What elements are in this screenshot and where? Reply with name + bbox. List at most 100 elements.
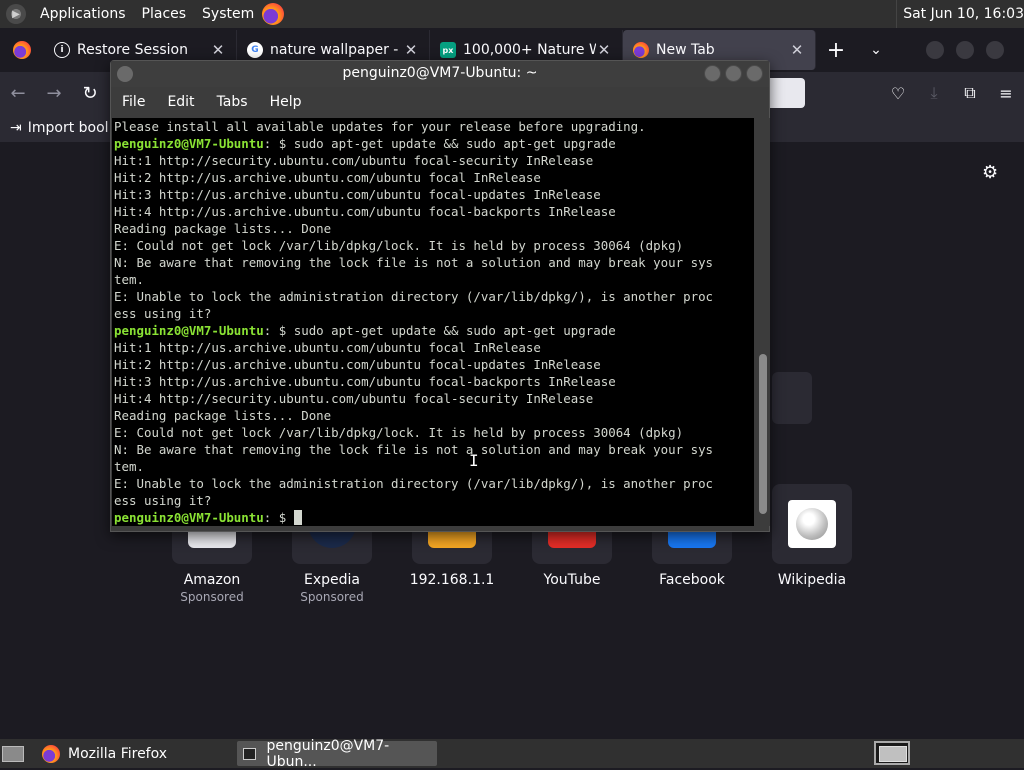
terminal-title: penguinz0@VM7-Ubuntu: ~ (342, 65, 538, 81)
terminal-line: N: Be aware that removing the lock file … (114, 255, 714, 270)
terminal-line: E: Unable to lock the administration dir… (114, 289, 714, 304)
firefox-icon (633, 42, 649, 58)
maximize-button[interactable] (956, 41, 974, 59)
command-text: sudo apt-get update && sudo apt-get upgr… (293, 323, 616, 338)
workspace-switcher[interactable] (874, 741, 910, 765)
menu-help[interactable]: Help (259, 94, 313, 110)
download-icon[interactable]: ⤓ (916, 83, 952, 103)
shortcut-label: 192.168.1.1 (409, 572, 495, 588)
terminal-output[interactable]: Please install all available updates for… (112, 118, 754, 526)
menu-file[interactable]: File (111, 94, 156, 110)
tab-title: 100,000+ Nature Wa (463, 42, 596, 58)
terminal-line: Hit:2 http://us.archive.ubuntu.com/ubunt… (114, 357, 601, 372)
terminal-icon (243, 747, 257, 760)
reload-icon[interactable]: ↻ (72, 83, 108, 104)
command-text: sudo apt-get update && sudo apt-get upgr… (293, 136, 616, 151)
info-icon: i (54, 42, 70, 58)
terminal-line: Hit:3 http://us.archive.ubuntu.com/ubunt… (114, 374, 616, 389)
terminal-window[interactable]: penguinz0@VM7-Ubuntu: ~ File Edit Tabs H… (110, 60, 770, 532)
terminal-line: E: Could not get lock /var/lib/dpkg/lock… (114, 238, 684, 253)
terminal-line: Hit:4 http://security.ubuntu.com/ubuntu … (114, 391, 594, 406)
top-panel: ▶ Applications Places System Sat Jun 10,… (0, 0, 1024, 28)
wikipedia-globe-icon (796, 508, 828, 540)
prompt-symbol: : $ (263, 323, 294, 338)
new-tab-button[interactable]: + (816, 38, 856, 63)
search-placeholder-block (772, 372, 812, 424)
import-bookmarks-icon: ⇥ (10, 120, 22, 136)
terminal-line: N: Be aware that removing the lock file … (114, 442, 714, 457)
terminal-line: penguinz0@VM7-Ubuntu: $ sudo apt-get upd… (114, 322, 754, 339)
terminal-line: penguinz0@VM7-Ubuntu: $ (114, 509, 754, 526)
terminal-line: E: Unable to lock the administration dir… (114, 476, 714, 491)
terminal-line: Reading package lists... Done (114, 408, 332, 423)
shortcut-label: Expedia (304, 572, 360, 588)
close-icon[interactable]: ✕ (403, 41, 419, 59)
terminal-line: Hit:1 http://security.ubuntu.com/ubuntu … (114, 153, 594, 168)
firefox-icon (13, 41, 31, 59)
places-menu[interactable]: Places (134, 6, 195, 22)
scrollbar-thumb[interactable] (759, 354, 767, 514)
applications-menu[interactable]: Applications (32, 6, 134, 22)
show-desktop-icon[interactable] (2, 745, 24, 762)
close-icon[interactable]: ✕ (596, 41, 612, 59)
extensions-icon[interactable]: ⧉ (952, 83, 988, 103)
firefox-launcher-icon[interactable] (262, 3, 285, 25)
system-menu[interactable]: System (194, 6, 262, 22)
mate-menu-icon[interactable]: ▶ (6, 4, 26, 24)
shortcut-label: Facebook (659, 572, 725, 588)
terminal-line: Hit:1 http://us.archive.ubuntu.com/ubunt… (114, 340, 541, 355)
terminal-line: tem. (114, 459, 144, 474)
list-all-tabs-icon[interactable]: ⌄ (856, 42, 896, 58)
minimize-button[interactable] (926, 41, 944, 59)
taskbar-label: Mozilla Firefox (68, 745, 168, 762)
ibeam-cursor-icon: I (469, 451, 479, 470)
shortcut-sponsored: Sponsored (300, 590, 364, 604)
terminal-line: Please install all available updates for… (114, 119, 646, 134)
back-icon[interactable]: ← (0, 83, 36, 104)
terminal-line: tem. (114, 272, 144, 287)
terminal-line: penguinz0@VM7-Ubuntu: $ sudo apt-get upd… (114, 135, 754, 152)
pexels-icon: px (440, 42, 456, 58)
terminal-menubar: File Edit Tabs Help (111, 87, 769, 117)
terminal-line: Hit:3 http://us.archive.ubuntu.com/ubunt… (114, 187, 601, 202)
shortcut-label: Wikipedia (777, 572, 847, 588)
tab-title: Restore Session (77, 42, 188, 58)
shortcut-sponsored: Sponsored (180, 590, 244, 604)
clock[interactable]: Sat Jun 10, 16:03 (896, 0, 1024, 28)
text-cursor (293, 510, 302, 525)
taskbar-label: penguinz0@VM7-Ubun... (266, 737, 390, 770)
terminal-scrollbar[interactable] (756, 118, 770, 526)
settings-gear-icon[interactable]: ⚙ (982, 162, 998, 183)
terminal-line: Reading package lists... Done (114, 221, 332, 236)
minimize-button[interactable] (704, 65, 721, 82)
close-window-button[interactable] (986, 41, 1004, 59)
shortcut-wikipedia[interactable] (772, 484, 852, 564)
close-icon[interactable]: ✕ (210, 41, 226, 59)
toolbar-right: ♡ ⤓ ⧉ ≡ (880, 72, 1024, 114)
terminal-line: Hit:4 http://us.archive.ubuntu.com/ubunt… (114, 204, 616, 219)
wikipedia-icon (788, 500, 836, 548)
prompt-symbol: : $ (263, 510, 294, 525)
bottom-panel: Mozilla Firefox penguinz0@VM7-Ubun... (0, 738, 1024, 770)
hamburger-menu-icon[interactable]: ≡ (988, 84, 1024, 103)
terminal-line: ess using it? (114, 306, 212, 321)
terminal-titlebar[interactable]: penguinz0@VM7-Ubuntu: ~ (111, 61, 769, 87)
menu-tabs[interactable]: Tabs (206, 94, 259, 110)
prompt-user: penguinz0@VM7-Ubuntu (114, 323, 264, 338)
terminal-line: Hit:2 http://us.archive.ubuntu.com/ubunt… (114, 170, 541, 185)
firefox-view-button[interactable] (0, 28, 44, 72)
close-icon[interactable]: ✕ (789, 41, 805, 59)
menu-edit[interactable]: Edit (156, 94, 205, 110)
terminal-line: ess using it? (114, 493, 212, 508)
import-bookmarks-button[interactable]: Import bool (28, 120, 109, 136)
pocket-icon[interactable]: ♡ (880, 84, 916, 103)
taskbar-terminal[interactable]: penguinz0@VM7-Ubun... (237, 738, 438, 770)
window-menu-icon[interactable] (117, 66, 133, 82)
maximize-button[interactable] (725, 65, 742, 82)
google-icon: G (247, 42, 263, 58)
window-controls (704, 65, 763, 82)
prompt-user: penguinz0@VM7-Ubuntu (114, 136, 264, 151)
forward-icon[interactable]: → (36, 83, 72, 104)
close-button[interactable] (746, 65, 763, 82)
taskbar-firefox[interactable]: Mozilla Firefox (36, 741, 173, 766)
